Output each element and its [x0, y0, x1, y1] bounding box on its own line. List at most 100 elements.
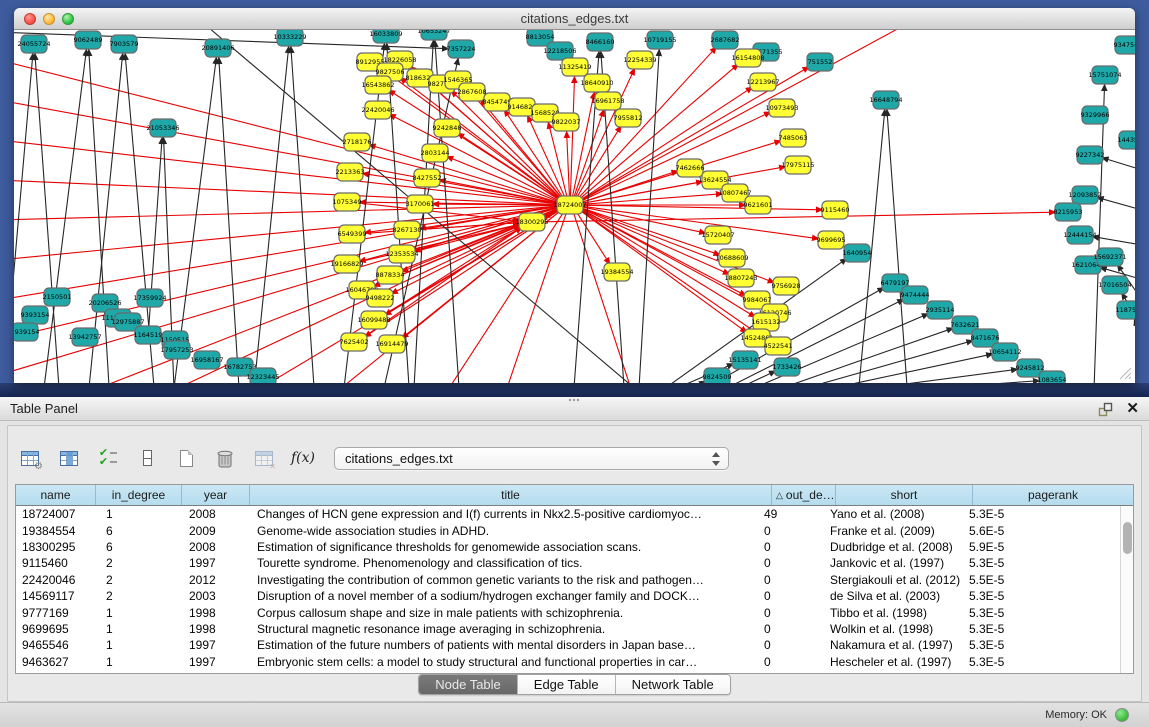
function-builder-icon[interactable]: f(x) [289, 444, 317, 472]
graph-node[interactable]: 2213363 [336, 163, 365, 181]
column-header-year[interactable]: year [182, 485, 250, 505]
table-row[interactable]: 2242004622012Investigating the contribut… [16, 572, 1120, 588]
graph-node[interactable]: 24055724 [17, 35, 50, 53]
graph-node[interactable]: 12093852 [1068, 186, 1101, 204]
graph-node[interactable]: 2687682 [711, 31, 740, 49]
graph-node[interactable]: 15692371 [1093, 248, 1126, 266]
graph-node[interactable]: 9329966 [1081, 106, 1110, 124]
graph-node[interactable]: 10333229 [273, 30, 306, 46]
graph-node[interactable]: 2150501 [43, 288, 72, 306]
graph-node[interactable]: 7625402 [340, 333, 369, 351]
graph-node[interactable]: 4522541 [764, 337, 793, 355]
table-row[interactable]: 1830029562008Estimation of significance … [16, 539, 1120, 555]
column-header-short[interactable]: short [836, 485, 973, 505]
table-row[interactable]: 946362711997Embryonic stem cells: a mode… [16, 654, 1120, 670]
graph-node[interactable]: 1075349 [333, 193, 362, 211]
graph-node[interactable]: 7357224 [447, 40, 476, 58]
graph-node[interactable]: 1733426 [773, 358, 802, 376]
table-row[interactable]: 969969511998Structural magnetic resonanc… [16, 621, 1120, 637]
splitter-handle[interactable] [568, 398, 580, 403]
column-header-name[interactable]: name [16, 485, 96, 505]
graph-node[interactable]: 1164519 [134, 326, 163, 344]
graph-node[interactable]: 8427552 [413, 169, 442, 187]
graph-node[interactable]: 22420046 [361, 101, 394, 119]
graph-node[interactable]: 16033809 [369, 30, 402, 43]
graph-node[interactable]: 12353534 [385, 245, 418, 263]
graph-node[interactable]: 17016504 [1098, 276, 1131, 294]
table-scrollbar[interactable] [1120, 506, 1133, 673]
graph-node[interactable]: 15720407 [701, 226, 734, 244]
graph-node[interactable]: 9756928 [772, 277, 801, 295]
scrollbar-thumb[interactable] [1123, 522, 1132, 554]
close-panel-icon[interactable]: ✕ [1126, 400, 1139, 418]
tab-node-table[interactable]: Node Table [419, 675, 518, 694]
graph-node[interactable]: 9498222 [366, 289, 395, 307]
canvas-resize-grip[interactable] [1116, 364, 1132, 380]
table-row[interactable]: 1872400712008Changes of HCN gene express… [16, 506, 1120, 522]
graph-node[interactable]: 751552 [807, 53, 833, 71]
graph-node[interactable]: 9474444 [901, 286, 930, 304]
graph-node[interactable]: 12213967 [746, 73, 779, 91]
graph-node[interactable]: 9393154 [21, 306, 50, 324]
tab-network-table[interactable]: Network Table [616, 675, 730, 694]
graph-node[interactable]: 16961758 [591, 92, 624, 110]
graph-node[interactable]: 19166829 [330, 255, 363, 273]
table-row[interactable]: 911546021997Tourette syndrome. Phenomeno… [16, 555, 1120, 571]
merge-cells-icon[interactable] [133, 444, 161, 472]
table-row[interactable]: 977716911998Corpus callosum shape and si… [16, 604, 1120, 620]
graph-node[interactable]: 8878334 [376, 266, 405, 284]
float-window-icon[interactable] [1097, 401, 1114, 418]
graph-node[interactable]: 10688609 [715, 249, 748, 267]
graph-node[interactable]: 8466160 [586, 33, 615, 51]
graph-node[interactable]: 1443502 [1118, 131, 1135, 149]
graph-node[interactable]: 12444154 [1063, 226, 1096, 244]
graph-node[interactable]: 1615132 [752, 313, 781, 331]
graph-node[interactable]: 9824509 [703, 368, 732, 383]
graph-node[interactable]: 1187533 [1116, 301, 1135, 319]
graph-node[interactable]: 16648794 [869, 91, 902, 109]
column-header-in-degree[interactable]: in_degree [96, 485, 182, 505]
graph-node[interactable]: 16099488 [357, 311, 390, 329]
graph-node[interactable]: 7955812 [614, 109, 643, 127]
graph-node[interactable]: 9115460 [821, 201, 850, 219]
graph-node[interactable]: 7485063 [779, 129, 808, 147]
column-header-out-degree[interactable]: △ out_de… [772, 485, 836, 505]
graph-node[interactable]: 18807243 [724, 269, 757, 287]
graph-node[interactable]: 16958167 [190, 351, 223, 369]
graph-node[interactable]: 1083654 [1038, 371, 1067, 383]
graph-node[interactable]: 10654112 [988, 343, 1021, 361]
graph-node[interactable]: 11325419 [558, 58, 591, 76]
graph-node[interactable]: 1640954 [843, 244, 872, 262]
graph-node[interactable]: 2718176 [343, 133, 372, 151]
network-view-window[interactable]: citations_edges.txt 24055724906248979035… [14, 8, 1135, 383]
graph-node[interactable]: 7462666 [676, 159, 705, 177]
graph-node[interactable]: 17975115 [781, 156, 814, 174]
column-header-title[interactable]: title [250, 485, 772, 505]
row-selection-icon[interactable]: ✔✔ [94, 444, 122, 472]
graph-node[interactable]: 3170061 [406, 195, 435, 213]
graph-node[interactable]: 12254339 [623, 51, 656, 69]
new-column-icon[interactable] [172, 444, 200, 472]
graph-node[interactable]: 10653247 [417, 30, 450, 40]
graph-node[interactable]: 9062489 [74, 31, 103, 49]
graph-node[interactable]: 20891406 [201, 39, 234, 57]
graph-node[interactable]: 9621601 [744, 196, 773, 214]
table-mode-icon[interactable]: ⚙ [16, 444, 44, 472]
graph-node[interactable]: 8267130 [393, 221, 422, 239]
graph-node[interactable]: 10973493 [765, 99, 798, 117]
graph-node[interactable]: 19384554 [600, 263, 633, 281]
column-header-pagerank[interactable]: pagerank [973, 485, 1133, 505]
graph-node[interactable]: 9699695 [817, 231, 846, 249]
graph-node[interactable]: 9347561 [1114, 36, 1135, 54]
table-select-dropdown[interactable]: citations_edges.txt [334, 447, 729, 470]
graph-node[interactable]: 15135141 [728, 351, 761, 369]
graph-node[interactable]: 18640910 [580, 74, 613, 92]
network-canvas[interactable]: 24055724 9062489 7903579 20891406 10333229 16… [14, 30, 1135, 383]
memory-ok-indicator[interactable] [1115, 708, 1129, 722]
graph-node[interactable]: 16543862 [361, 76, 394, 94]
table-row[interactable]: 1938455462009Genome-wide association stu… [16, 522, 1120, 538]
graph-node[interactable]: 6549399 [338, 225, 367, 243]
graph-node[interactable]: 8215953 [1054, 203, 1083, 221]
show-columns-icon[interactable] [55, 444, 83, 472]
graph-node[interactable]: 7903579 [110, 35, 139, 53]
